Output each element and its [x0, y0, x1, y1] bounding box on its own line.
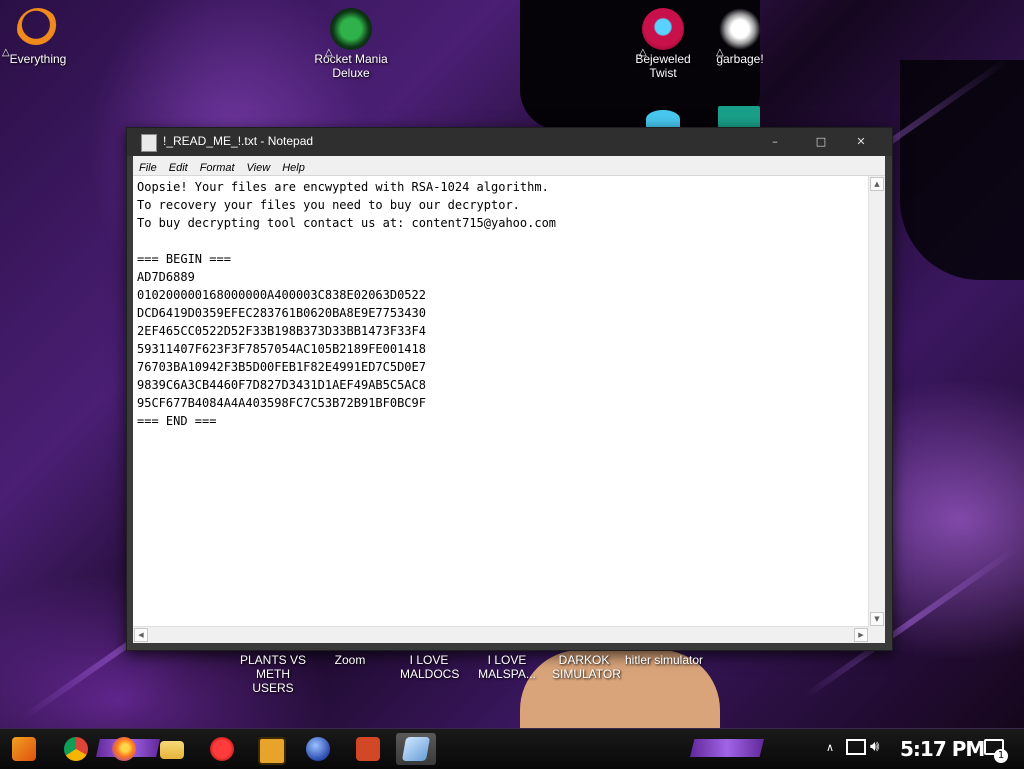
shortcut-arrow-icon: △: [325, 47, 333, 58]
scroll-left-arrow-icon[interactable]: ◀: [134, 628, 148, 642]
network-icon[interactable]: [846, 739, 866, 755]
taskbar-powerpoint[interactable]: [348, 733, 388, 765]
red-face-icon: [210, 737, 234, 761]
horizontal-scrollbar[interactable]: ◀ ▶: [133, 626, 869, 643]
document-text[interactable]: Oopsie! Your files are encwypted with RS…: [137, 178, 865, 626]
desktop-icon-label: DARKOK SIMULATOR: [552, 653, 621, 681]
taskbar-notepad[interactable]: [396, 733, 436, 765]
taskbar: ∧ 🔊︎ 5:17 PM 1: [0, 728, 1024, 769]
start-icon: [12, 737, 36, 761]
chrome-icon: [64, 737, 88, 761]
vertical-scrollbar[interactable]: ▲ ▼: [868, 176, 885, 627]
desktop-icon-label: I LOVE MALDOCS: [400, 653, 460, 681]
start-button[interactable]: [4, 733, 44, 765]
shortcut-arrow-icon: △: [716, 47, 724, 58]
tray-chevron-up-icon[interactable]: ∧: [826, 741, 834, 754]
desktop-icon-label: hitler simulator: [624, 653, 704, 667]
desktop-icon-label: Everything: [9, 52, 67, 66]
menu-format[interactable]: Format: [194, 160, 241, 174]
taskbar-red-face-app[interactable]: [202, 733, 242, 765]
desktop-icon-i-love-maldocs[interactable]: I LOVE MALDOCS: [400, 653, 460, 681]
desktop-icon-partial-gem[interactable]: [646, 110, 680, 128]
notification-count-badge: 1: [994, 749, 1008, 763]
firefox-icon: [112, 737, 136, 761]
maximize-button[interactable]: □: [801, 130, 841, 154]
everything-search-icon: [17, 8, 59, 50]
taskbar-dreamweaver[interactable]: [250, 733, 290, 765]
scroll-up-arrow-icon[interactable]: ▲: [870, 177, 884, 191]
desktop-icon-bejeweled[interactable]: △ Bejeweled Twist: [623, 8, 703, 80]
window-title: !_READ_ME_!.txt - Notepad: [163, 134, 314, 148]
desktop-icon-hitler-simulator[interactable]: hitler simulator: [624, 653, 704, 667]
notepad-window[interactable]: !_READ_ME_!.txt - Notepad – □ ✕ File Edit…: [126, 127, 893, 651]
menu-view[interactable]: View: [241, 160, 277, 174]
scroll-down-arrow-icon[interactable]: ▼: [870, 612, 884, 626]
menu-file[interactable]: File: [133, 160, 163, 174]
menu-help[interactable]: Help: [276, 160, 311, 174]
desktop-icon-label: garbage!: [716, 52, 764, 66]
desktop-icon-label: I LOVE MALSPA...: [478, 653, 536, 681]
close-button[interactable]: ✕: [841, 130, 881, 154]
desktop-icon-label: PLANTS VS METH USERS: [239, 653, 307, 695]
desktop-icon-everything[interactable]: △ Everything: [0, 8, 78, 66]
dreamweaver-icon: [258, 737, 286, 765]
desktop-icon-i-love-malspa[interactable]: I LOVE MALSPA...: [476, 653, 538, 681]
garbage-dragon-icon: [719, 8, 761, 50]
desktop-icon-label: Zoom: [334, 653, 366, 667]
rocket-mania-icon: [330, 8, 372, 50]
desktop-icon-rocket-mania[interactable]: △ Rocket Mania Deluxe: [311, 8, 391, 80]
minimize-button[interactable]: –: [755, 130, 795, 154]
text-edit-area[interactable]: Oopsie! Your files are encwypted with RS…: [133, 176, 885, 643]
desktop-icon-label: Bejeweled Twist: [635, 52, 691, 80]
volume-icon[interactable]: 🔊︎: [870, 737, 879, 755]
taskbar-firefox[interactable]: [104, 733, 144, 765]
taskbar-chrome[interactable]: [56, 733, 96, 765]
notepad-title-bar[interactable]: !_READ_ME_!.txt - Notepad – □ ✕: [127, 128, 892, 156]
powerpoint-icon: [356, 737, 380, 761]
clock[interactable]: 5:17 PM: [900, 737, 985, 761]
taskbar-decoration: [690, 739, 764, 757]
desktop-icon-darkok-simulator[interactable]: DARKOK SIMULATOR: [552, 653, 621, 681]
bejeweled-gem-icon: [642, 8, 684, 50]
menu-edit[interactable]: Edit: [163, 160, 194, 174]
notepad-icon: [401, 737, 431, 761]
desktop-icon-plants-vs-meth-users[interactable]: PLANTS VS METH USERS: [236, 653, 310, 695]
resize-grip[interactable]: [869, 627, 885, 643]
taskbar-file-explorer[interactable]: [152, 733, 192, 765]
desktop-icon-zoom[interactable]: Zoom: [320, 653, 380, 667]
shortcut-arrow-icon: △: [639, 47, 647, 58]
folder-icon: [160, 741, 184, 759]
desktop-icon-partial-publisher[interactable]: [718, 106, 760, 128]
scroll-right-arrow-icon[interactable]: ▶: [854, 628, 868, 642]
desktop-icon-label: Rocket Mania Deluxe: [314, 52, 388, 80]
globe-icon: [306, 737, 330, 761]
taskbar-network-globe[interactable]: [298, 733, 338, 765]
menu-bar: File Edit Format View Help: [133, 156, 885, 176]
shortcut-arrow-icon: △: [2, 47, 10, 58]
desktop-icon-garbage[interactable]: △ garbage!: [700, 8, 780, 66]
notepad-icon: [141, 134, 157, 152]
